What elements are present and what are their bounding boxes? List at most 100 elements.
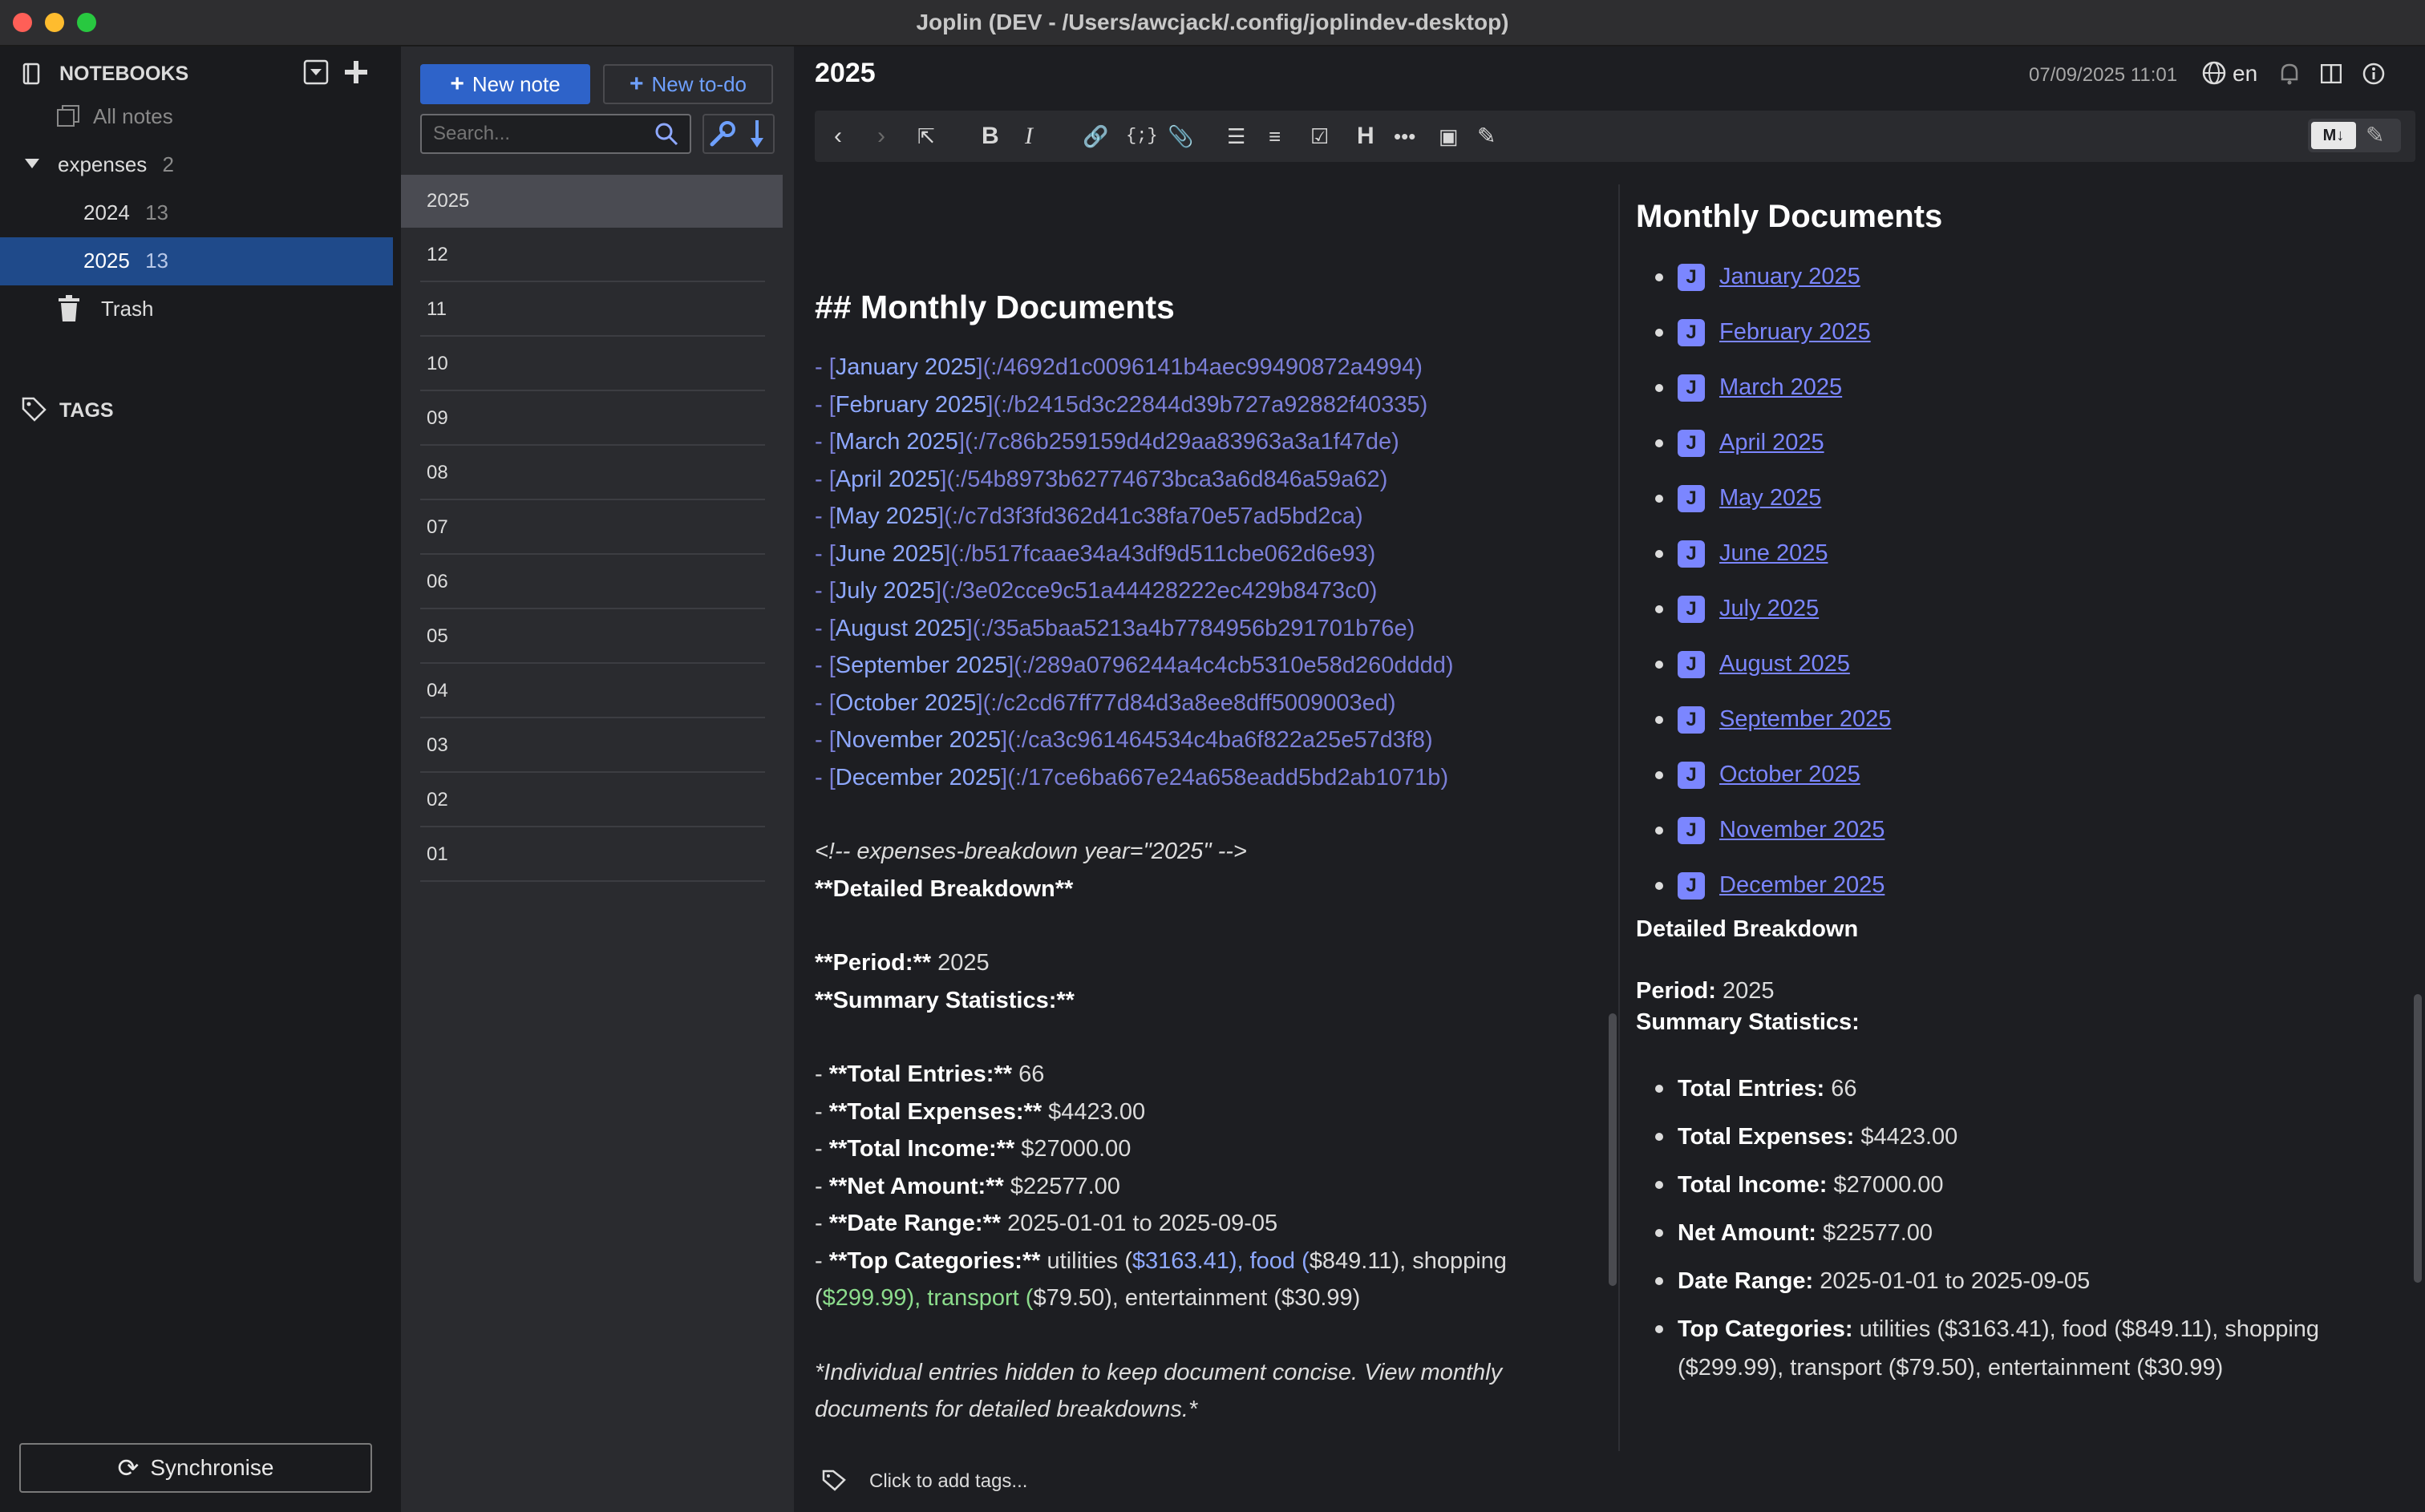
note-list-item[interactable]: 05 [420, 611, 765, 664]
globe-icon[interactable] [2202, 61, 2226, 89]
new-note-button[interactable]: + New note [420, 64, 590, 104]
notebook-expenses[interactable]: expenses 2 [58, 152, 174, 177]
note-list-item[interactable]: 09 [420, 393, 765, 446]
note-list-item[interactable]: 04 [420, 665, 765, 718]
md-syntax: - [815, 1098, 829, 1125]
attachment-icon[interactable]: 📎 [1168, 123, 1193, 149]
md-link-text: July 2025 [835, 578, 935, 604]
add-notebook-icon[interactable] [343, 59, 369, 85]
viewer-note-link[interactable]: August 2025 [1719, 651, 1850, 677]
all-notes-item[interactable]: All notes [93, 104, 173, 129]
md-stat-value: $27000.00 [1021, 1136, 1132, 1162]
md-link-text: November 2025 [835, 727, 1002, 753]
viewer-note-link[interactable]: October 2025 [1719, 762, 1860, 788]
notebook-label: 2025 [83, 249, 130, 273]
joplin-link-icon: J [1678, 429, 1705, 457]
new-todo-button[interactable]: + New to-do [603, 64, 773, 104]
viewer-note-link[interactable]: June 2025 [1719, 540, 1828, 567]
viewer-note-link[interactable]: March 2025 [1719, 374, 1842, 401]
md-link-line: - [March 2025](:/7c86b259159d4d29aa83963… [815, 423, 1617, 461]
search-input[interactable] [420, 114, 691, 154]
wrench-icon[interactable] [709, 120, 736, 152]
external-edit-icon[interactable]: ⇱ [917, 123, 935, 149]
viewer-note-link[interactable]: July 2025 [1719, 596, 1819, 622]
search-icon[interactable] [654, 122, 678, 150]
info-icon[interactable] [2362, 63, 2385, 89]
note-list-item[interactable]: 01 [420, 829, 765, 882]
md-syntax: - [ [815, 615, 836, 641]
back-icon[interactable]: ‹ [834, 123, 842, 149]
italic-icon[interactable]: I [1025, 123, 1033, 149]
sort-arrow-icon[interactable] [749, 119, 765, 153]
viewer-note-link[interactable]: February 2025 [1719, 319, 1871, 346]
language-label[interactable]: en [2233, 61, 2257, 87]
layout-icon[interactable] [2320, 63, 2342, 87]
viewer-scrollbar[interactable] [2414, 994, 2422, 1283]
add-tags-button[interactable]: Click to add tags... [869, 1470, 1027, 1493]
more-icon[interactable]: ••• [1394, 123, 1415, 149]
spellcheck-icon[interactable]: ✎ [1477, 123, 1496, 149]
synchronise-button[interactable]: ⟳ Synchronise [19, 1443, 372, 1493]
notebooks-header[interactable]: NOTEBOOKS [59, 63, 188, 86]
note-list-item[interactable]: 02 [420, 774, 765, 827]
note-list-item[interactable]: 03 [420, 720, 765, 773]
checklist-icon[interactable]: ☑ [1310, 123, 1329, 149]
link-icon[interactable]: 🔗 [1083, 123, 1108, 149]
viewer-note-link[interactable]: January 2025 [1719, 264, 1860, 290]
markdown-editor-button[interactable]: M↓ [2311, 122, 2356, 149]
trash-item[interactable]: Trash [101, 297, 154, 321]
md-link-line: - [January 2025](:/4692d1c0096141b4aec99… [815, 349, 1617, 386]
notebook-2025-selected[interactable] [0, 237, 393, 285]
md-syntax: - [ [815, 689, 836, 716]
note-list-item[interactable]: 07 [420, 502, 765, 555]
md-syntax: ] [1001, 764, 1008, 790]
md-syntax: ] [957, 429, 965, 455]
joplin-link-icon: J [1678, 595, 1705, 623]
md-link-text: March 2025 [835, 429, 958, 455]
heading-icon[interactable]: H [1357, 123, 1374, 149]
note-list-item[interactable]: 08 [420, 447, 765, 500]
note-list-item[interactable]: 12 [420, 229, 765, 282]
joplin-link-icon: J [1678, 374, 1705, 402]
bell-icon[interactable] [2279, 63, 2300, 89]
note-list-item[interactable]: 06 [420, 556, 765, 609]
expand-arrow-icon[interactable] [24, 158, 40, 173]
md-text: $3163.41), food ( [1132, 1247, 1310, 1274]
note-list-item[interactable]: 2025 [401, 175, 783, 228]
note-viewer: Monthly Documents J January 2025 J February… [1636, 184, 2406, 1397]
bold-icon[interactable]: B [982, 123, 999, 149]
md-top-categories: - **Top Categories:** utilities ($3163.4… [815, 1247, 1507, 1274]
viewer-stat-text: Total Income: $27000.00 [1678, 1166, 1944, 1204]
md-text: $79.50), entertainment ($30.99) [1033, 1285, 1361, 1311]
md-syntax: - [815, 1061, 829, 1087]
code-icon[interactable]: {;} [1126, 123, 1158, 149]
editor-scrollbar[interactable] [1609, 1013, 1617, 1286]
tags-header[interactable]: TAGS [59, 399, 114, 422]
bullet [1655, 328, 1663, 337]
viewer-note-link[interactable]: September 2025 [1719, 706, 1891, 733]
viewer-note-link[interactable]: April 2025 [1719, 430, 1824, 456]
viewer-stat-text: Net Amount: $22577.00 [1678, 1214, 1933, 1252]
md-space [1001, 1211, 1007, 1236]
note-list-item[interactable]: 11 [420, 284, 765, 337]
window-title: Joplin (DEV - /Users/awcjack/.config/jop… [916, 10, 1509, 34]
viewer-note-link[interactable]: May 2025 [1719, 485, 1821, 511]
viewer-note-link[interactable]: November 2025 [1719, 817, 1885, 843]
notebook-icon [22, 63, 42, 85]
pane-divider[interactable] [1618, 184, 1620, 1451]
rich-text-editor-icon[interactable]: ✎ [2366, 122, 2384, 148]
viewer-note-link[interactable]: December 2025 [1719, 872, 1885, 899]
notebook-2024[interactable]: 2024 13 [83, 200, 168, 225]
note-list-item[interactable]: 10 [420, 338, 765, 391]
markdown-editor[interactable]: ## Monthly Documents - [January 2025](:/… [815, 192, 1617, 1429]
insert-date-icon[interactable]: ▣ [1439, 123, 1459, 149]
viewer-stat-value: $4423.00 [1860, 1124, 1958, 1150]
forward-icon[interactable]: › [877, 123, 885, 149]
md-summary-label: **Summary Statistics:** [815, 987, 1075, 1013]
note-title[interactable]: 2025 [815, 58, 876, 89]
notebook-2025[interactable]: 2025 13 [83, 249, 168, 273]
numbered-list-icon[interactable]: ≡ [1269, 123, 1281, 149]
viewer-stat-label: Total Expenses: [1678, 1124, 1855, 1150]
collapse-all-icon[interactable] [303, 59, 329, 85]
bullet-list-icon[interactable]: ☰ [1227, 123, 1245, 149]
